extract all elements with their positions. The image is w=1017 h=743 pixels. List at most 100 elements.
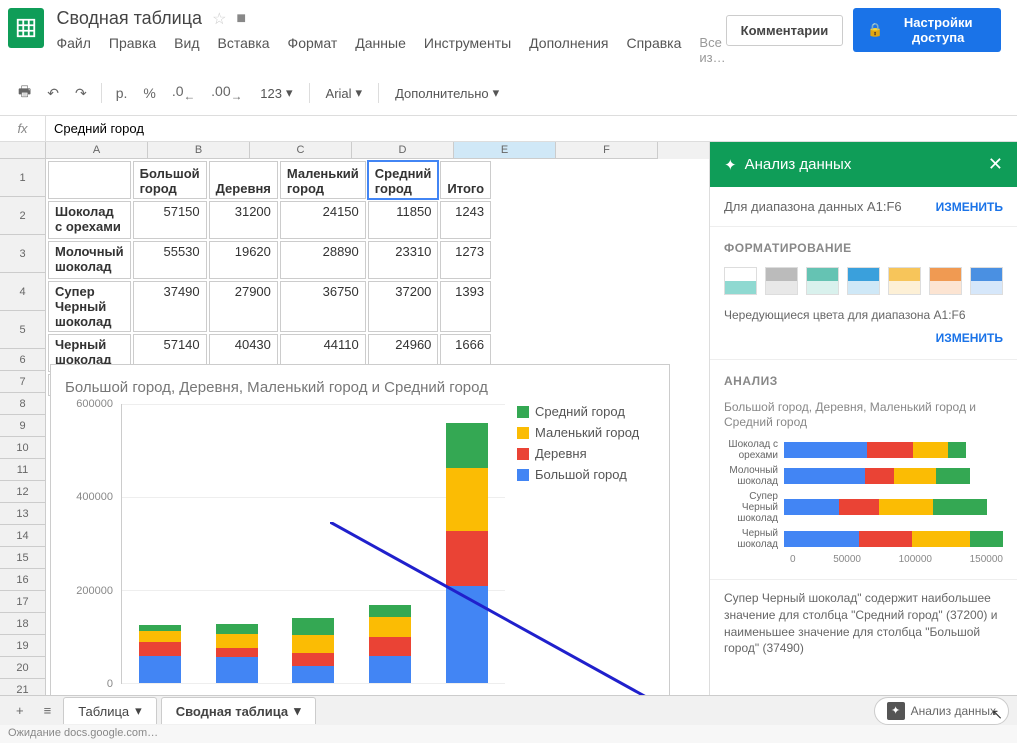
- formula-input[interactable]: [46, 116, 1017, 141]
- edit-formatting-button[interactable]: ИЗМЕНИТЬ: [936, 331, 1003, 345]
- row-header[interactable]: 7: [0, 371, 46, 393]
- menu-tools[interactable]: Инструменты: [424, 35, 511, 65]
- folder-icon[interactable]: ■: [236, 10, 246, 28]
- row-header[interactable]: 8: [0, 393, 46, 415]
- row-header[interactable]: 15: [0, 547, 46, 569]
- cell[interactable]: 37490: [133, 281, 207, 332]
- menu-overflow[interactable]: Все из…: [699, 35, 725, 65]
- row-header[interactable]: 4: [0, 273, 46, 311]
- row-header[interactable]: 20: [0, 657, 46, 679]
- col-header-a[interactable]: A: [46, 142, 148, 159]
- pivot-table[interactable]: Большой город Деревня Маленький город Ср…: [46, 159, 493, 398]
- undo-icon[interactable]: ↶: [41, 81, 65, 106]
- cell[interactable]: Деревня: [209, 161, 278, 199]
- increase-decimal-button[interactable]: .00→: [205, 79, 248, 107]
- menu-format[interactable]: Формат: [288, 35, 338, 65]
- row-header[interactable]: 14: [0, 525, 46, 547]
- row-header[interactable]: 18: [0, 613, 46, 635]
- cell[interactable]: 11850: [368, 201, 439, 239]
- select-all-corner[interactable]: [0, 142, 46, 159]
- row-header[interactable]: 10: [0, 437, 46, 459]
- mini-chart[interactable]: Шоколад с орехамиМолочный шоколадСупер Ч…: [724, 439, 1003, 565]
- palette-swatch[interactable]: [765, 267, 798, 295]
- cell[interactable]: 57150: [133, 201, 207, 239]
- font-select[interactable]: Arial ▾: [318, 81, 371, 105]
- palette-swatch[interactable]: [724, 267, 757, 295]
- cell[interactable]: 1393: [440, 281, 491, 332]
- col-header-e[interactable]: E: [454, 142, 556, 159]
- redo-icon[interactable]: ↷: [69, 81, 93, 106]
- cell[interactable]: Супер Черный шоколад: [48, 281, 131, 332]
- row-header[interactable]: 2: [0, 197, 46, 235]
- cell[interactable]: 24150: [280, 201, 366, 239]
- cell[interactable]: 36750: [280, 281, 366, 332]
- row-header[interactable]: 19: [0, 635, 46, 657]
- cell[interactable]: Шоколад с орехами: [48, 201, 131, 239]
- cell[interactable]: [48, 161, 131, 199]
- cell[interactable]: 55530: [133, 241, 207, 279]
- col-header-c[interactable]: C: [250, 142, 352, 159]
- more-formatting-select[interactable]: Дополнительно ▾: [387, 81, 507, 105]
- alt-colors-hint: Чередующиеся цвета для диапазона A1:F6: [724, 307, 1003, 324]
- sheet-tab-2[interactable]: Сводная таблица ▾: [161, 697, 316, 724]
- menu-bar: Файл Правка Вид Вставка Формат Данные Ин…: [56, 29, 725, 71]
- col-header-b[interactable]: B: [148, 142, 250, 159]
- row-header[interactable]: 17: [0, 591, 46, 613]
- cell[interactable]: Итого: [440, 161, 491, 199]
- sheet-area[interactable]: A B C D E F 1234567891011121314151617181…: [0, 142, 709, 730]
- number-format-select[interactable]: 123 ▾: [252, 81, 300, 105]
- sheets-logo[interactable]: [8, 8, 44, 48]
- add-sheet-button[interactable]: +: [8, 699, 32, 722]
- explore-button[interactable]: ✦ Анализ данных: [874, 697, 1009, 725]
- print-icon[interactable]: 🖶: [12, 77, 37, 109]
- cell[interactable]: 23310: [368, 241, 439, 279]
- menu-view[interactable]: Вид: [174, 35, 199, 65]
- doc-title[interactable]: Сводная таблица: [56, 8, 202, 29]
- cell[interactable]: 37200: [368, 281, 439, 332]
- palette-swatch[interactable]: [847, 267, 880, 295]
- all-sheets-button[interactable]: ≡: [36, 699, 60, 722]
- comments-button[interactable]: Комментарии: [726, 15, 844, 46]
- cell[interactable]: 27900: [209, 281, 278, 332]
- menu-file[interactable]: Файл: [56, 35, 90, 65]
- menu-addons[interactable]: Дополнения: [529, 35, 608, 65]
- percent-button[interactable]: %: [137, 81, 161, 105]
- palette-swatch[interactable]: [888, 267, 921, 295]
- close-icon[interactable]: ✕: [988, 154, 1003, 175]
- cell[interactable]: 31200: [209, 201, 278, 239]
- embedded-chart[interactable]: Большой город, Деревня, Маленький город …: [50, 364, 670, 724]
- active-cell[interactable]: Средний город: [368, 161, 439, 199]
- row-header[interactable]: 5: [0, 311, 46, 349]
- cell[interactable]: 1243: [440, 201, 491, 239]
- change-range-button[interactable]: ИЗМЕНИТЬ: [936, 200, 1003, 214]
- cell[interactable]: Маленький город: [280, 161, 366, 199]
- row-header[interactable]: 16: [0, 569, 46, 591]
- row-header[interactable]: 11: [0, 459, 46, 481]
- menu-insert[interactable]: Вставка: [218, 35, 270, 65]
- cell[interactable]: 19620: [209, 241, 278, 279]
- row-header[interactable]: 3: [0, 235, 46, 273]
- insight-text: Супер Черный шоколад" содержит наибольше…: [710, 580, 1017, 667]
- row-header[interactable]: 12: [0, 481, 46, 503]
- star-icon[interactable]: ☆: [212, 9, 226, 29]
- col-header-d[interactable]: D: [352, 142, 454, 159]
- row-header[interactable]: 9: [0, 415, 46, 437]
- menu-help[interactable]: Справка: [626, 35, 681, 65]
- currency-button[interactable]: р.: [110, 81, 134, 105]
- cell[interactable]: 28890: [280, 241, 366, 279]
- row-header[interactable]: 13: [0, 503, 46, 525]
- share-button[interactable]: 🔒 Настройки доступа: [853, 8, 1001, 52]
- row-header[interactable]: 1: [0, 159, 46, 197]
- col-header-f[interactable]: F: [556, 142, 658, 159]
- row-header[interactable]: 6: [0, 349, 46, 371]
- cell[interactable]: Большой город: [133, 161, 207, 199]
- palette-swatch[interactable]: [806, 267, 839, 295]
- palette-swatch[interactable]: [929, 267, 962, 295]
- palette-swatch[interactable]: [970, 267, 1003, 295]
- menu-data[interactable]: Данные: [355, 35, 406, 65]
- menu-edit[interactable]: Правка: [109, 35, 156, 65]
- decrease-decimal-button[interactable]: .0←: [166, 79, 201, 107]
- cell[interactable]: Молочный шоколад: [48, 241, 131, 279]
- cell[interactable]: 1273: [440, 241, 491, 279]
- sheet-tab-1[interactable]: Таблица ▾: [63, 697, 157, 724]
